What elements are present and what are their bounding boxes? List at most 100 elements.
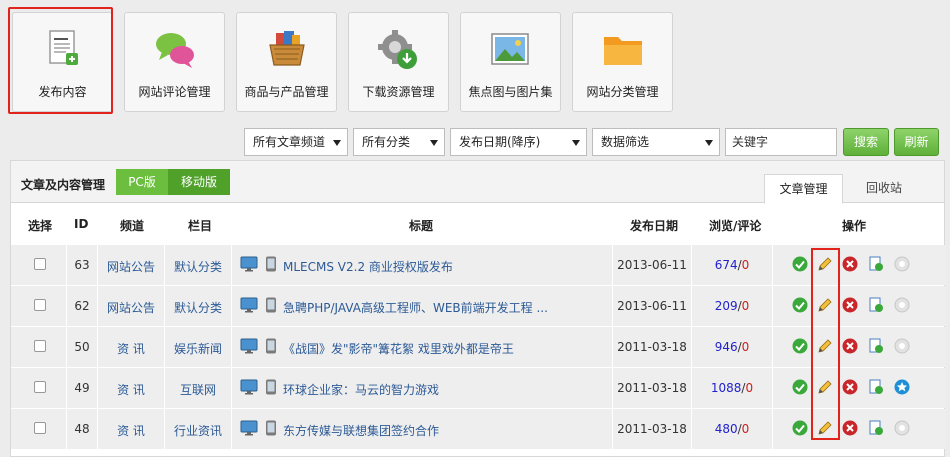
preview-document-icon[interactable] [868,420,884,436]
mobile-version-button[interactable]: 移动版 [168,169,230,195]
row-title-link[interactable]: 《战国》发"影帝"篝花絮 戏里戏外都是帝王 [283,340,514,357]
delete-x-icon[interactable] [842,420,858,436]
row-comments: 0 [741,258,750,272]
delete-x-icon[interactable] [842,297,858,313]
row-channel-link[interactable]: 网站公告 [99,258,163,275]
row-title-link[interactable]: MLECMS V2.2 商业授权版发布 [283,258,453,275]
chevron-down-icon [333,140,341,146]
mobile-phone-icon[interactable] [262,297,280,313]
tile-product-management[interactable]: 商品与产品管理 [236,12,337,112]
tab-recycle-bin[interactable]: 回收站 [851,174,917,204]
row-channel-link[interactable]: 资 讯 [99,340,163,357]
status-circle-icon[interactable] [894,420,910,436]
edit-pencil-icon[interactable] [817,338,833,354]
chevron-down-icon [430,140,438,146]
desktop-icon[interactable] [240,420,258,436]
row-category-link[interactable]: 互联网 [166,381,230,398]
picture-icon [490,33,529,65]
row-date: 2011-03-18 [617,340,687,354]
col-id: ID [74,217,89,231]
mobile-phone-icon[interactable] [262,256,280,272]
row-checkbox[interactable] [34,340,46,352]
tile-category-management[interactable]: 网站分类管理 [572,12,673,112]
row-category-link[interactable]: 娱乐新闻 [166,340,230,357]
approve-check-icon[interactable] [792,256,808,272]
mobile-phone-icon[interactable] [262,338,280,354]
edit-pencil-icon[interactable] [817,420,833,436]
tile-download-management[interactable]: 下载资源管理 [348,12,449,112]
sort-select[interactable]: 发布日期(降序) [450,128,587,156]
desktop-icon[interactable] [240,256,258,272]
row-comments: 0 [741,422,750,436]
row-date: 2013-06-11 [617,299,687,313]
channel-select-value: 所有文章频道 [253,135,326,149]
preview-document-icon[interactable] [868,379,884,395]
keyword-input[interactable]: 关键字 [725,128,837,156]
col-category: 栏目 [188,219,213,233]
tile-publish-content[interactable]: 发布内容 [12,12,113,112]
row-title-link[interactable]: 环球企业家：马云的智力游戏 [283,381,439,398]
data-filter-select[interactable]: 数据筛选 [592,128,720,156]
row-channel-link[interactable]: 网站公告 [99,299,163,316]
row-channel-link[interactable]: 资 讯 [99,381,163,398]
approve-check-icon[interactable] [792,420,808,436]
col-title: 标题 [409,219,434,233]
approve-check-icon[interactable] [792,338,808,354]
desktop-icon[interactable] [240,297,258,313]
pc-version-button[interactable]: PC版 [116,169,168,195]
delete-x-icon[interactable] [842,379,858,395]
row-id: 49 [74,381,90,395]
approve-check-icon[interactable] [792,297,808,313]
tile-label: 焦点图与图片集 [468,85,553,99]
folder-icon [603,37,642,65]
mobile-phone-icon[interactable] [262,379,280,395]
tab-article-management[interactable]: 文章管理 [764,174,843,204]
tile-label: 下载资源管理 [362,85,435,99]
category-select[interactable]: 所有分类 [353,128,445,156]
status-circle-icon[interactable] [894,256,910,272]
download-gear-icon [377,30,417,69]
row-category-link[interactable]: 默认分类 [166,299,230,316]
col-stats: 浏览/评论 [709,219,762,233]
delete-x-icon[interactable] [842,338,858,354]
star-icon[interactable] [894,379,910,395]
mobile-phone-icon[interactable] [262,420,280,436]
row-checkbox[interactable] [34,299,46,311]
approve-check-icon[interactable] [792,379,808,395]
row-checkbox[interactable] [34,258,46,270]
panel-title: 文章及内容管理 [21,178,106,192]
row-title-link[interactable]: 东方传媒与联想集团签约合作 [283,422,439,439]
desktop-icon[interactable] [240,338,258,354]
channel-select[interactable]: 所有文章频道 [244,128,348,156]
edit-pencil-icon[interactable] [817,256,833,272]
search-button[interactable]: 搜索 [843,128,889,156]
refresh-button[interactable]: 刷新 [894,128,939,156]
row-date: 2013-06-11 [617,258,687,272]
row-category-link[interactable]: 默认分类 [166,258,230,275]
col-channel: 频道 [120,219,145,233]
sort-select-value: 发布日期(降序) [459,135,541,149]
desktop-icon[interactable] [240,379,258,395]
row-category-link[interactable]: 行业资讯 [166,422,230,439]
row-channel-link[interactable]: 资 讯 [99,422,163,439]
row-checkbox[interactable] [34,381,46,393]
tile-label: 发布内容 [38,85,87,99]
shopping-basket-icon [268,31,305,66]
preview-document-icon[interactable] [868,297,884,313]
tile-comment-management[interactable]: 网站评论管理 [124,12,225,112]
status-circle-icon[interactable] [894,338,910,354]
preview-document-icon[interactable] [868,256,884,272]
col-ops: 操作 [842,219,867,233]
row-title-link[interactable]: 急聘PHP/JAVA高级工程师、WEB前端开发工程 ... [283,299,548,316]
row-views: 674 [714,258,738,272]
tile-focus-images[interactable]: 焦点图与图片集 [460,12,561,112]
row-checkbox[interactable] [34,422,46,434]
edit-pencil-icon[interactable] [817,379,833,395]
edit-pencil-icon[interactable] [817,297,833,313]
preview-document-icon[interactable] [868,338,884,354]
row-id: 48 [74,422,90,436]
delete-x-icon[interactable] [842,256,858,272]
tile-label: 商品与产品管理 [244,85,329,99]
tile-label: 网站分类管理 [586,85,659,99]
status-circle-icon[interactable] [894,297,910,313]
